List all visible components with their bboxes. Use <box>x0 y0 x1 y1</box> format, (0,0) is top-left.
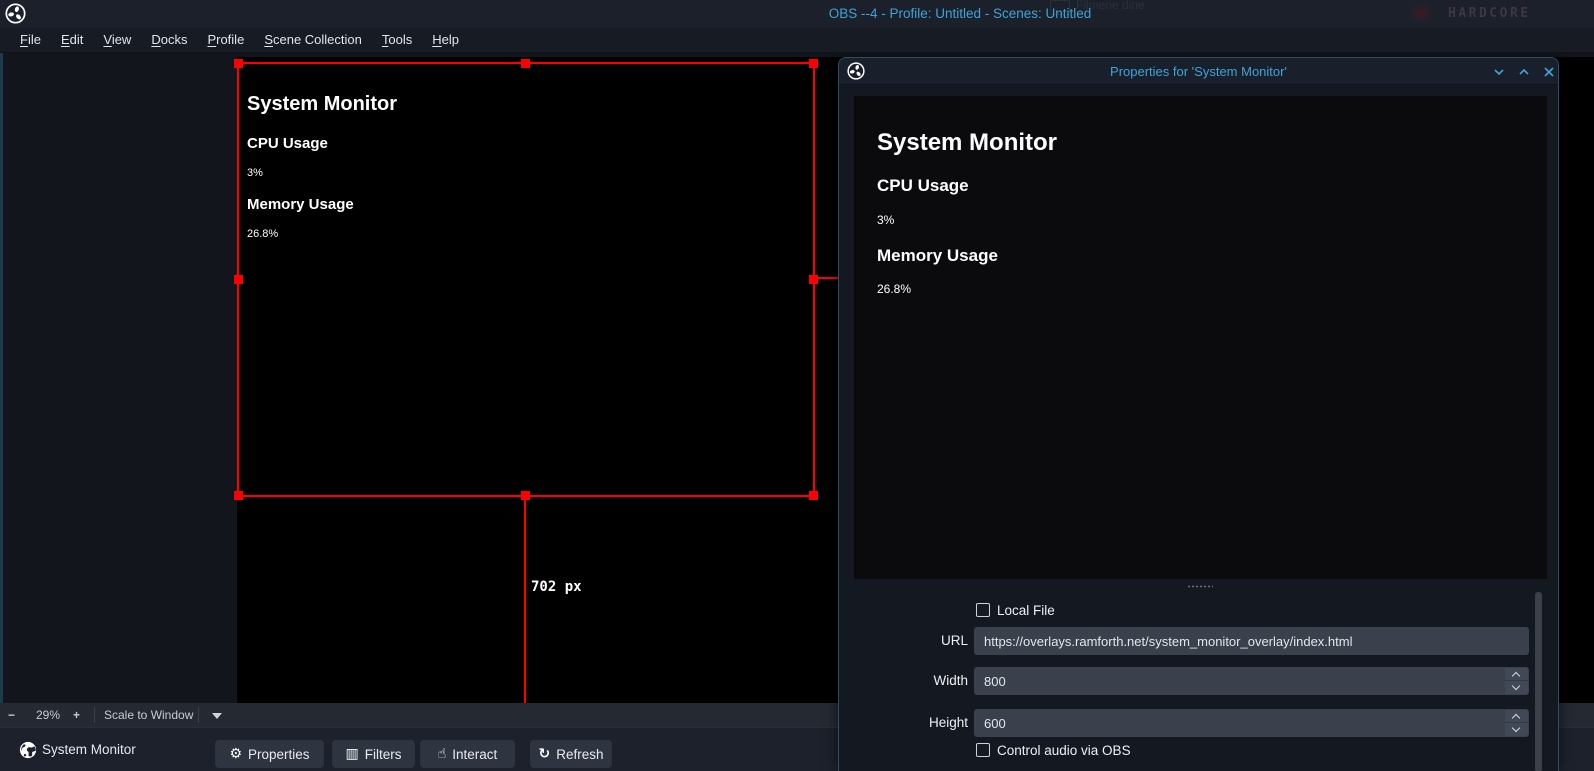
ghost-brand-text: HARDCORE <box>1448 6 1531 21</box>
dialog-close-icon[interactable] <box>1541 64 1557 80</box>
measure-guide-vertical <box>524 495 526 703</box>
selected-source-name: System Monitor <box>42 728 136 771</box>
dialog-source-preview: System Monitor CPU Usage 3% Memory Usage… <box>854 96 1547 579</box>
menu-tools[interactable]: Tools <box>372 28 422 53</box>
filters-icon: ▥ <box>346 746 359 762</box>
resize-handle-top-right[interactable] <box>809 59 818 68</box>
preview-mem-value: 26.8% <box>877 282 911 296</box>
properties-button[interactable]: ⚙ Properties <box>215 740 324 768</box>
dock-accent-line <box>0 53 3 703</box>
menu-help[interactable]: Help <box>422 28 469 53</box>
browser-source-globe-icon <box>19 741 37 759</box>
local-file-label: Local File <box>997 603 1055 618</box>
url-label: URL <box>847 633 968 648</box>
interact-button[interactable]: ☝ Interact <box>420 740 515 768</box>
source-selection-box[interactable] <box>237 62 815 497</box>
width-input[interactable] <box>974 667 1529 695</box>
properties-dialog: Properties for 'System Monitor' System M… <box>838 57 1559 771</box>
ghost-red-glow <box>1408 2 1434 24</box>
dialog-title: Properties for 'System Monitor' <box>839 58 1558 85</box>
zoom-level-label: 29% <box>36 703 60 727</box>
width-spin-down-button[interactable] <box>1505 681 1528 694</box>
preview-cpu-label: CPU Usage <box>877 176 969 196</box>
refresh-button[interactable]: ↻ Refresh <box>530 740 612 768</box>
local-file-checkbox[interactable] <box>976 603 990 617</box>
height-label: Height <box>847 715 968 730</box>
measure-distance-label: 702 px <box>531 579 582 595</box>
width-spinner <box>1505 668 1528 694</box>
height-spin-down-button[interactable] <box>1505 723 1528 736</box>
menu-docks[interactable]: Docks <box>141 28 197 53</box>
url-input[interactable] <box>974 627 1529 655</box>
window-title: OBS --4 - Profile: Untitled - Scenes: Un… <box>650 0 1270 28</box>
scale-mode-dropdown[interactable]: Scale to Window <box>104 703 193 727</box>
zoom-out-button[interactable]: − <box>8 703 15 727</box>
statusbar-divider <box>94 707 95 723</box>
width-spin-up-button[interactable] <box>1505 668 1528 681</box>
preview-cpu-value: 3% <box>877 213 894 227</box>
height-spinner <box>1505 710 1528 736</box>
preview-mem-label: Memory Usage <box>877 246 998 266</box>
preview-title: System Monitor <box>877 129 1057 157</box>
splitter-grip-dots[interactable] <box>1187 585 1213 588</box>
dialog-titlebar[interactable]: Properties for 'System Monitor' <box>839 58 1558 85</box>
resize-handle-bottom-left[interactable] <box>234 491 243 500</box>
menubar: File Edit View Docks Profile Scene Colle… <box>0 28 1594 53</box>
zoom-in-button[interactable]: + <box>73 703 80 727</box>
resize-handle-bottom-right[interactable] <box>809 491 818 500</box>
control-audio-checkbox[interactable] <box>976 743 990 757</box>
resize-handle-top-left[interactable] <box>234 59 243 68</box>
resize-handle-middle-left[interactable] <box>234 275 243 284</box>
control-audio-label: Control audio via OBS <box>997 743 1131 758</box>
scale-mode-dropdown-arrow[interactable] <box>212 713 222 719</box>
dialog-expand-icon[interactable] <box>1516 64 1532 80</box>
height-spin-up-button[interactable] <box>1505 710 1528 723</box>
measure-guide-horizontal <box>815 277 840 279</box>
obs-logo-icon <box>5 3 26 24</box>
window-titlebar[interactable]: Filmene dine HARDCORE OBS --4 - Profile:… <box>0 0 1594 28</box>
obs-main-window: Filmene dine HARDCORE OBS --4 - Profile:… <box>0 0 1594 771</box>
form-scrollbar[interactable] <box>1535 592 1542 771</box>
menu-profile[interactable]: Profile <box>197 28 254 53</box>
menu-file[interactable]: File <box>10 28 51 53</box>
resize-handle-top-center[interactable] <box>521 59 530 68</box>
statusbar-divider <box>198 707 199 723</box>
menu-edit[interactable]: Edit <box>51 28 93 53</box>
gear-icon: ⚙ <box>229 746 242 762</box>
interact-hand-icon: ☝ <box>438 746 447 762</box>
menu-view[interactable]: View <box>93 28 141 53</box>
filters-button[interactable]: ▥ Filters <box>332 740 415 768</box>
resize-handle-middle-right[interactable] <box>809 275 818 284</box>
height-input[interactable] <box>974 709 1529 737</box>
refresh-icon: ↻ <box>538 746 550 762</box>
dialog-collapse-icon[interactable] <box>1491 64 1507 80</box>
menu-scene-collection[interactable]: Scene Collection <box>254 28 372 53</box>
width-label: Width <box>847 673 968 688</box>
